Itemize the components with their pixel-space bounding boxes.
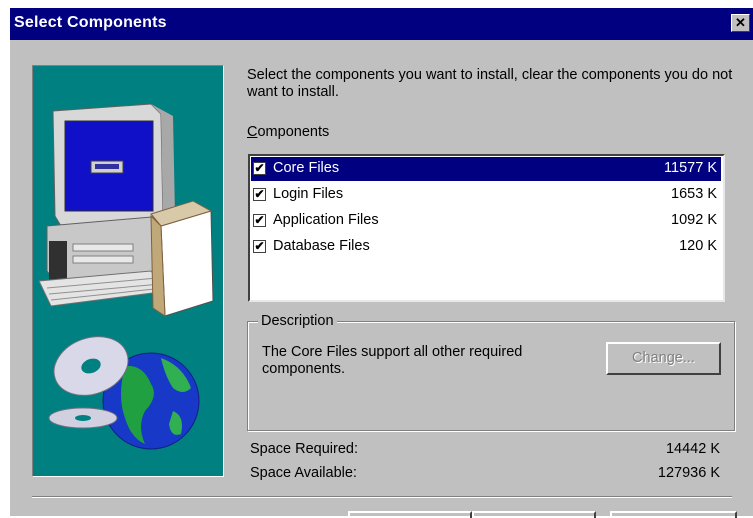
setup-illustration <box>32 65 224 477</box>
component-size: 120 K <box>679 238 717 254</box>
change-button[interactable]: Change... <box>606 342 721 375</box>
dialog-title: Select Components <box>14 14 167 31</box>
component-size: 11577 K <box>664 160 717 176</box>
components-label-accelerator: C <box>247 124 258 140</box>
component-name: Core Files <box>273 160 340 176</box>
components-label-rest: omponents <box>257 124 330 140</box>
checkbox-icon[interactable]: ✔ <box>253 188 266 201</box>
components-label: Components <box>247 124 329 140</box>
computer-icon <box>38 103 214 450</box>
instructions-text: Select the components you want to instal… <box>247 67 733 100</box>
component-name: Database Files <box>273 238 370 254</box>
component-name: Login Files <box>273 186 344 202</box>
checkbox-icon[interactable]: ✔ <box>253 240 266 253</box>
space-required-value: 14442 K <box>665 441 720 457</box>
list-item-application-files[interactable]: ✔ Application Files 1092 K <box>251 209 721 233</box>
components-list[interactable]: ✔ Core Files 11577 K ✔ Login Files 1653 … <box>248 154 725 302</box>
description-text: The Core Files support all other require… <box>262 344 523 377</box>
space-available-value: 127936 K <box>657 465 720 481</box>
cancel-button[interactable] <box>610 511 737 518</box>
select-components-dialog: Select Components ✕ Select the component… <box>10 8 753 518</box>
checkbox-icon[interactable]: ✔ <box>253 162 266 175</box>
space-required-label: Space Required: <box>250 441 359 457</box>
divider <box>32 496 732 498</box>
next-button[interactable] <box>472 511 596 518</box>
list-item-login-files[interactable]: ✔ Login Files 1653 K <box>251 183 721 207</box>
title-bar[interactable]: Select Components ✕ <box>10 8 753 40</box>
list-item-core-files[interactable]: ✔ Core Files 11577 K <box>251 157 721 181</box>
list-item-database-files[interactable]: ✔ Database Files 120 K <box>251 235 721 259</box>
close-button[interactable]: ✕ <box>731 14 750 32</box>
close-icon: ✕ <box>735 15 746 30</box>
component-name: Application Files <box>273 212 379 228</box>
checkbox-icon[interactable]: ✔ <box>253 214 266 227</box>
component-size: 1092 K <box>671 212 717 228</box>
back-button[interactable] <box>348 511 472 518</box>
space-available-label: Space Available: <box>250 465 357 481</box>
component-size: 1653 K <box>671 186 717 202</box>
description-group: Description The Core Files support all o… <box>247 313 735 431</box>
description-legend: Description <box>258 313 337 329</box>
